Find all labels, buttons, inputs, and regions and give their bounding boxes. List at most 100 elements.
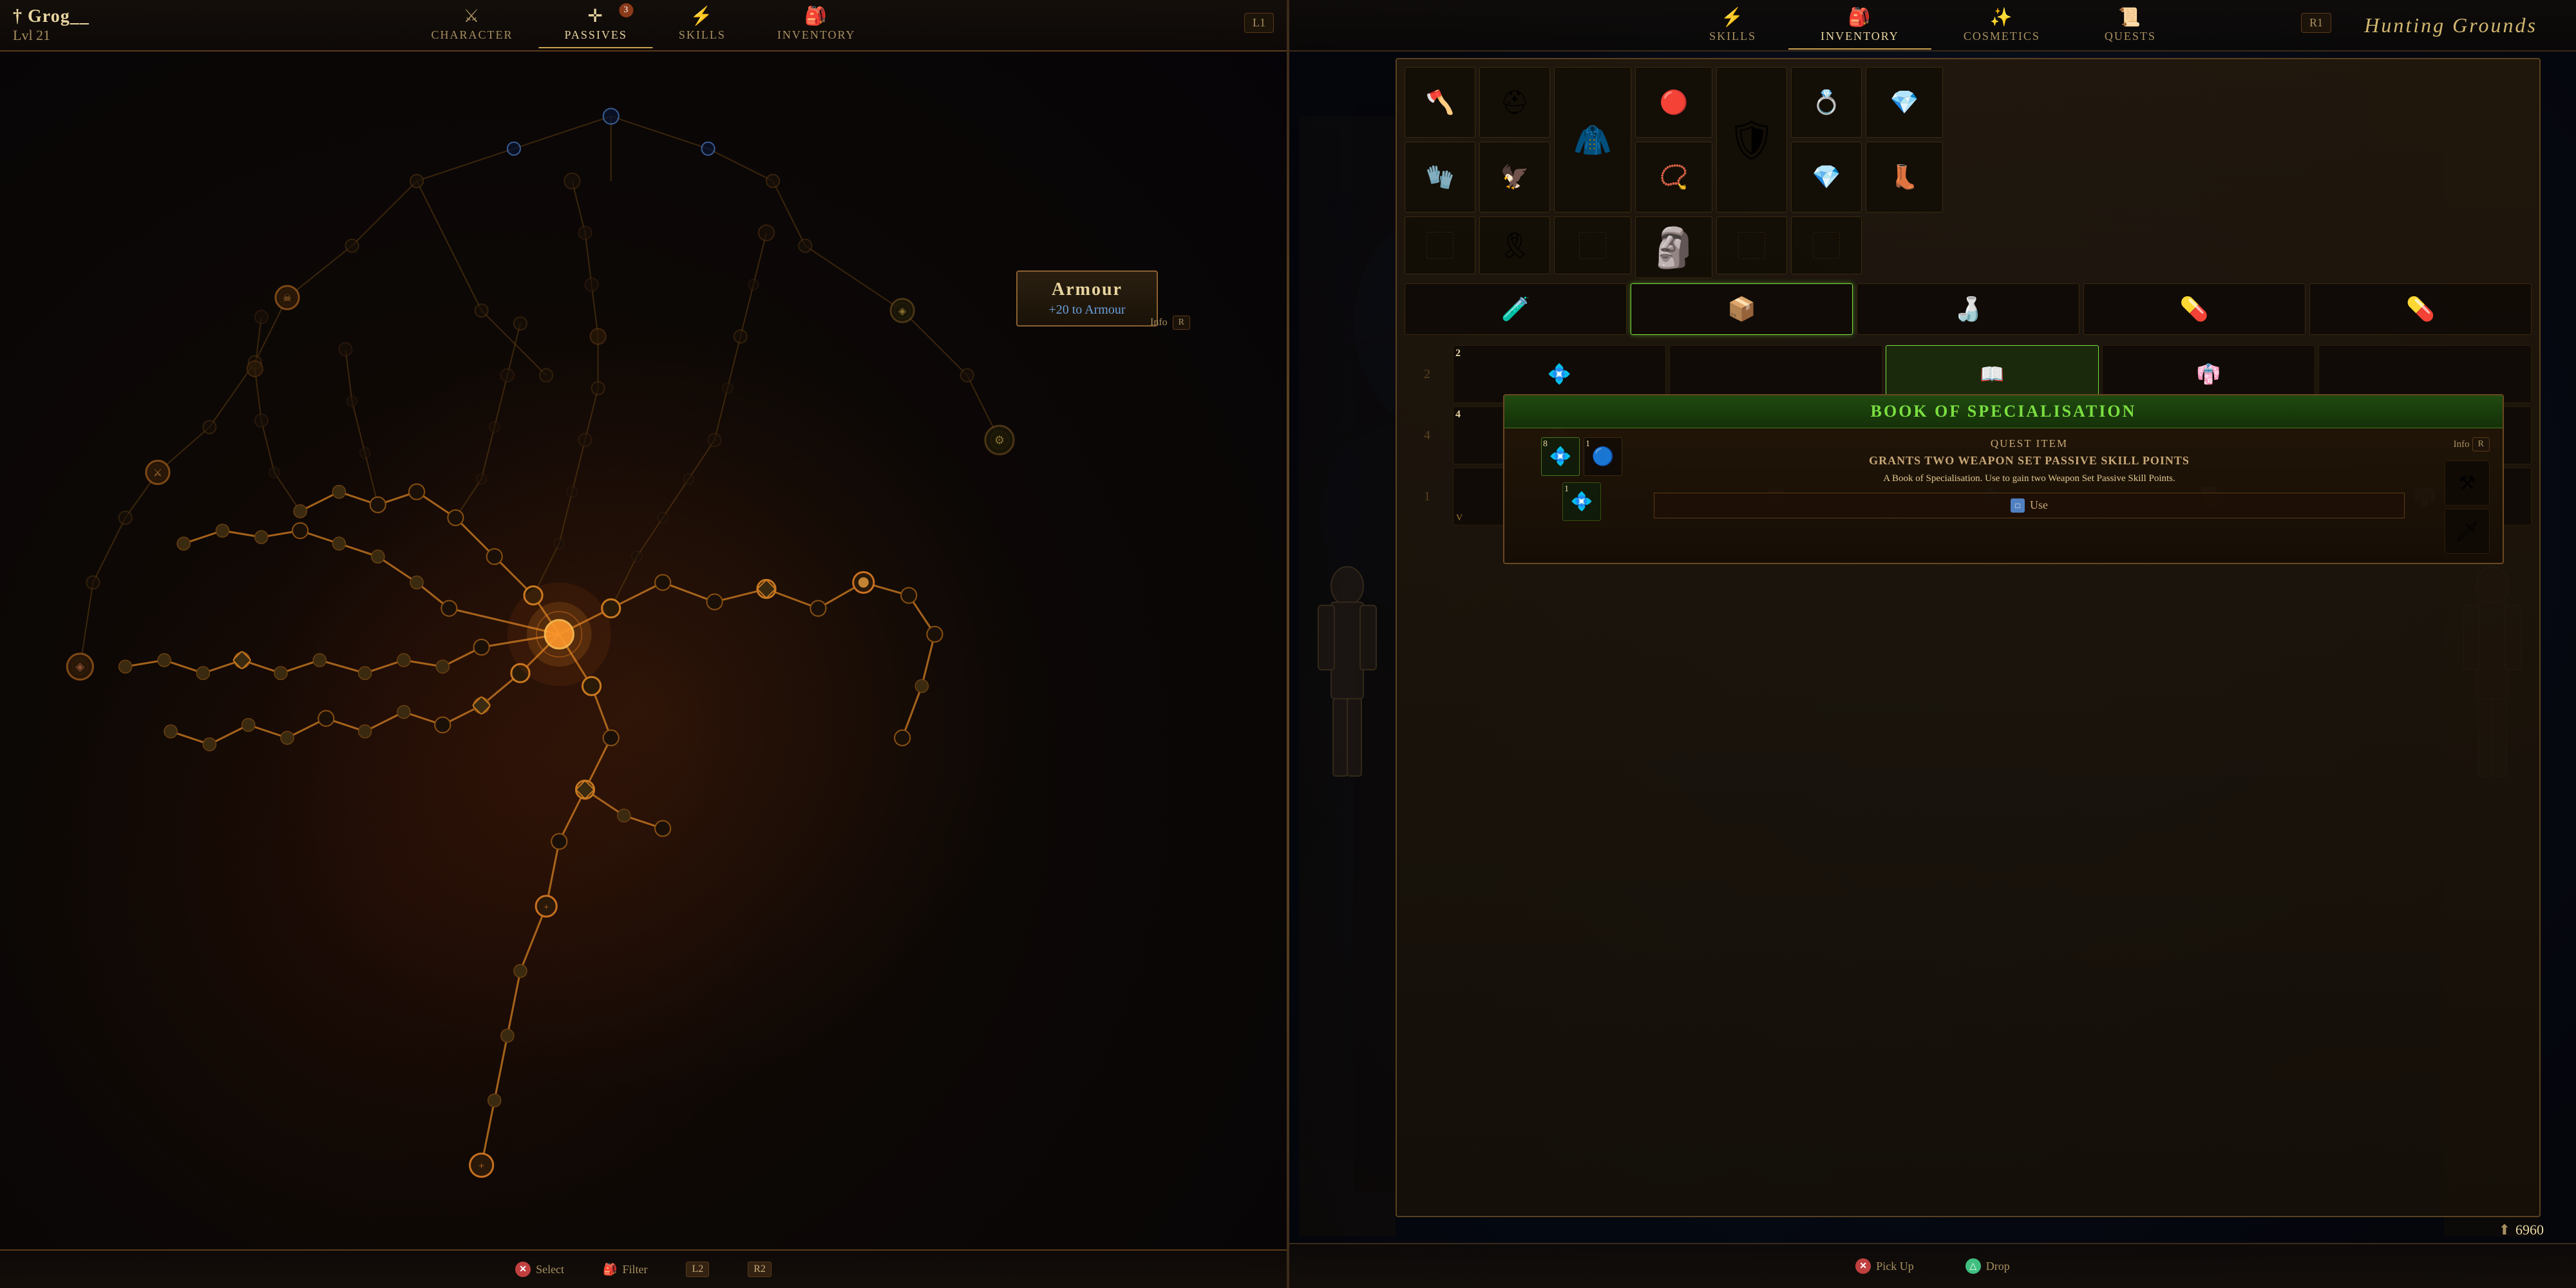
empty-slot-4[interactable] bbox=[1791, 216, 1862, 274]
tab-cosmetics[interactable]: ✨ COSMETICS bbox=[1931, 1, 2072, 50]
passives-badge: 3 bbox=[620, 3, 634, 17]
location-title: Hunting Grounds bbox=[2364, 14, 2537, 37]
currency-bar: ⬆ 6960 bbox=[1418, 1217, 2544, 1243]
svg-text:◈: ◈ bbox=[898, 306, 907, 317]
info-r-hint: Info R bbox=[2454, 437, 2490, 451]
tab-inventory-right[interactable]: 🎒 Inventory bbox=[1788, 1, 1931, 50]
currency-amount: 6960 bbox=[2515, 1222, 2544, 1238]
l2-hint: L2 bbox=[686, 1262, 709, 1277]
tab-quests-label: Quests bbox=[2105, 30, 2156, 43]
left-panel: † Grog__ Lvl 21 ⚔ CHARACTER ✛ Passives 3… bbox=[0, 0, 1287, 1288]
use-button[interactable]: □ Use bbox=[1654, 493, 2405, 518]
bos-header: Book of Specialisation bbox=[1504, 395, 2503, 428]
tab-skills-right[interactable]: ⚡ Skills bbox=[1677, 1, 1788, 50]
boots-slot[interactable]: 👢 bbox=[1866, 142, 1943, 213]
gloves-slot[interactable]: 🧤 bbox=[1405, 142, 1475, 213]
flask-slot-5[interactable]: 💊 bbox=[2309, 283, 2532, 335]
x-button-right: ✕ bbox=[1855, 1258, 1871, 1274]
select-hint: ✕ Select bbox=[515, 1262, 564, 1277]
flask-row: 🧪 📦 🍶 💊 💊 bbox=[1397, 283, 2539, 340]
tab-passives-label: Passives bbox=[564, 28, 627, 42]
flask-slot-3[interactable]: 🍶 bbox=[1857, 283, 2079, 335]
svg-text:⚔: ⚔ bbox=[153, 468, 162, 479]
l1-button[interactable]: L1 bbox=[1244, 13, 1274, 33]
drop-label: Drop bbox=[1986, 1260, 2010, 1273]
inventory-right-icon: 🎒 bbox=[1848, 6, 1872, 28]
shield-slot[interactable]: 🛡 bbox=[1716, 67, 1787, 213]
quests-icon: 📜 bbox=[2118, 6, 2142, 28]
body-slot[interactable]: 🧥 bbox=[1554, 67, 1631, 213]
info-label: Info bbox=[1150, 317, 1168, 328]
gem-slot-1[interactable]: 🔴 bbox=[1635, 67, 1712, 138]
svg-text:◈: ◈ bbox=[75, 660, 84, 673]
character-info: † Grog__ Lvl 21 bbox=[0, 1, 102, 49]
bos-description: A Book of Specialisation. Use to gain tw… bbox=[1654, 471, 2405, 486]
r2-key: R2 bbox=[748, 1262, 772, 1277]
bos-icon-area: 8 💠 1 🔵 1 💠 bbox=[1517, 437, 1646, 521]
character-level: Lvl 21 bbox=[13, 27, 90, 44]
svg-text:+: + bbox=[478, 1160, 484, 1171]
tab-inventory-right-label: Inventory bbox=[1821, 30, 1899, 43]
row-num-1: 2 bbox=[1405, 345, 1450, 403]
statue-slot[interactable]: 🗿 bbox=[1635, 216, 1712, 278]
empty-slot-1[interactable] bbox=[1405, 216, 1475, 274]
row-numbers: 2 4 1 bbox=[1405, 345, 1450, 526]
empty-slot-3[interactable] bbox=[1716, 216, 1787, 274]
tooltip-title: Armour bbox=[1030, 279, 1144, 300]
weapon-slot[interactable]: 🪓 bbox=[1405, 67, 1475, 138]
r2-hint: R2 bbox=[748, 1262, 772, 1277]
offhand-slot[interactable]: 🦅 bbox=[1479, 142, 1550, 213]
ring-slot-2[interactable]: 💎 bbox=[1791, 142, 1862, 213]
passives-icon: ✛ bbox=[587, 5, 603, 27]
filter-icon: 🎒 bbox=[603, 1263, 617, 1276]
l2-key: L2 bbox=[686, 1262, 709, 1277]
skills-right-icon: ⚡ bbox=[1721, 6, 1745, 28]
flask-slot-4[interactable]: 💊 bbox=[2083, 283, 2306, 335]
svg-text:+: + bbox=[544, 902, 549, 913]
tab-quests[interactable]: 📜 Quests bbox=[2072, 1, 2188, 50]
inventory-icon: 🎒 bbox=[804, 5, 828, 27]
character-icon: ⚔ bbox=[463, 5, 480, 27]
tab-cosmetics-label: COSMETICS bbox=[1964, 30, 2040, 43]
empty-slot-2[interactable] bbox=[1554, 216, 1631, 274]
triangle-button: △ bbox=[1965, 1258, 1981, 1274]
book-of-spec-popup: Book of Specialisation 8 💠 1 🔵 bbox=[1503, 394, 2504, 564]
armour-tooltip: Armour +20 to Armour bbox=[1016, 270, 1158, 327]
use-label: Use bbox=[2030, 498, 2048, 512]
svg-text:⚙: ⚙ bbox=[994, 433, 1005, 446]
equipment-grid: 🪓 ⛑ 🧥 🔴 🛡 💍 💎 🧤 🦅 📿 💎 👢 🎗 🗿 bbox=[1397, 59, 2539, 283]
left-nav: ⚔ CHARACTER ✛ Passives 3 ⚡ SKILLS 🎒 INVE… bbox=[405, 0, 881, 48]
pickup-label: Pick Up bbox=[1876, 1260, 1914, 1273]
r-key: R bbox=[2472, 437, 2490, 451]
ring-slot-1[interactable]: 💍 bbox=[1791, 67, 1862, 138]
tab-inventory-label: INVENTORY bbox=[777, 28, 856, 42]
cosmetics-icon: ✨ bbox=[1990, 6, 2014, 28]
amulet-slot[interactable]: 📿 bbox=[1635, 142, 1712, 213]
r-key-badge: R bbox=[1173, 316, 1190, 330]
tab-character[interactable]: ⚔ CHARACTER bbox=[405, 0, 538, 48]
tab-passives[interactable]: ✛ Passives 3 bbox=[538, 0, 652, 48]
r1-button[interactable]: R1 bbox=[2301, 13, 2331, 33]
gem-slot-2[interactable]: 💎 bbox=[1866, 67, 1943, 138]
bos-right-area: Info R ⚒ 🗡 bbox=[2412, 437, 2490, 554]
currency-icon: ⬆ bbox=[2499, 1222, 2510, 1238]
helmet-slot[interactable]: ⛑ bbox=[1479, 67, 1550, 138]
passive-tree-canvas[interactable]: ☠ ⚔ ◈ ◈ ⚙ + + bbox=[0, 52, 1287, 1249]
tooltip-info-hint: Info R bbox=[1150, 316, 1190, 330]
left-bottom-bar: ✕ Select 🎒 Filter L2 R2 bbox=[0, 1249, 1287, 1288]
select-label: Select bbox=[536, 1263, 564, 1276]
tooltip-stat: +20 to Armour bbox=[1030, 303, 1144, 317]
flask-slot-2[interactable]: 📦 bbox=[1631, 283, 1853, 335]
bos-name: Book of Specialisation bbox=[1871, 402, 2137, 421]
belt-slot[interactable]: 🎗 bbox=[1479, 216, 1550, 274]
tab-character-label: CHARACTER bbox=[431, 28, 513, 42]
tab-inventory[interactable]: 🎒 INVENTORY bbox=[752, 0, 882, 48]
tab-skills[interactable]: ⚡ SKILLS bbox=[653, 0, 752, 48]
x-button: ✕ bbox=[515, 1262, 531, 1277]
skills-icon: ⚡ bbox=[690, 5, 714, 27]
row-num-3: 1 bbox=[1405, 468, 1450, 526]
bos-title: Grants two Weapon Set Passive Skill Poin… bbox=[1654, 454, 2405, 468]
svg-text:☠: ☠ bbox=[283, 293, 292, 304]
tab-skills-right-label: Skills bbox=[1709, 30, 1756, 43]
flask-slot-1[interactable]: 🧪 bbox=[1405, 283, 1627, 335]
